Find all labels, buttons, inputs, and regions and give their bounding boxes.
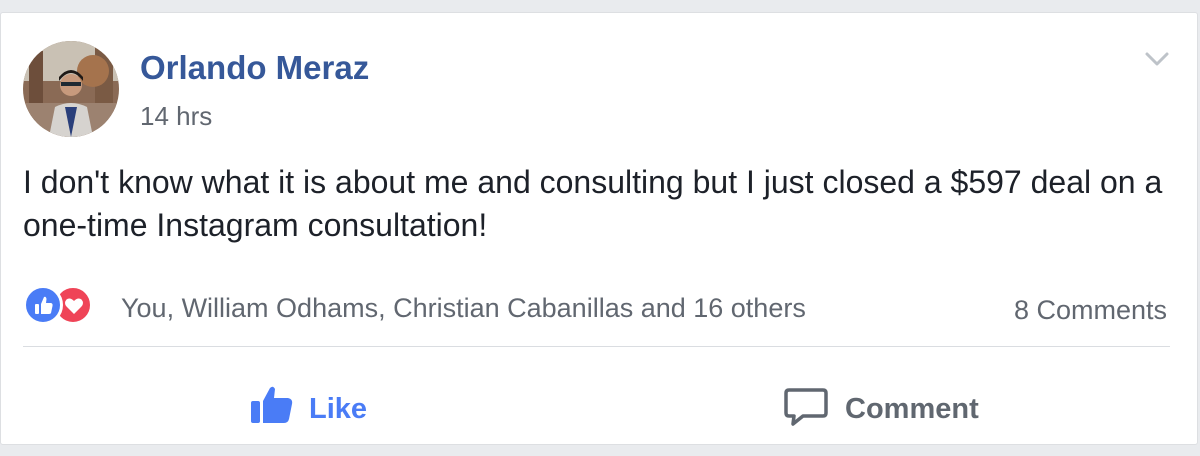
post-timestamp[interactable]: 14 hrs xyxy=(140,101,212,132)
comment-button[interactable]: Comment xyxy=(783,381,1003,429)
chevron-down-icon[interactable] xyxy=(1141,47,1173,71)
like-button[interactable]: Like xyxy=(249,381,379,429)
author-name[interactable]: Orlando Meraz xyxy=(140,49,369,87)
comment-label: Comment xyxy=(845,393,979,425)
avatar-photo xyxy=(23,41,119,137)
post-message: I don't know what it is about me and con… xyxy=(23,164,1163,243)
thumbs-up-icon xyxy=(249,385,295,430)
comment-icon xyxy=(783,387,829,432)
like-icon[interactable] xyxy=(23,285,63,325)
like-label: Like xyxy=(309,393,368,425)
avatar[interactable] xyxy=(23,41,119,137)
post-card: Orlando Meraz 14 hrs I don't know what i… xyxy=(0,12,1198,445)
reactors-summary[interactable]: You, William Odhams, Christian Cabanilla… xyxy=(121,293,806,324)
reactions-bar: You, William Odhams, Christian Cabanilla… xyxy=(23,281,1175,325)
comments-count[interactable]: 8 Comments xyxy=(1014,295,1167,326)
divider xyxy=(23,346,1170,347)
